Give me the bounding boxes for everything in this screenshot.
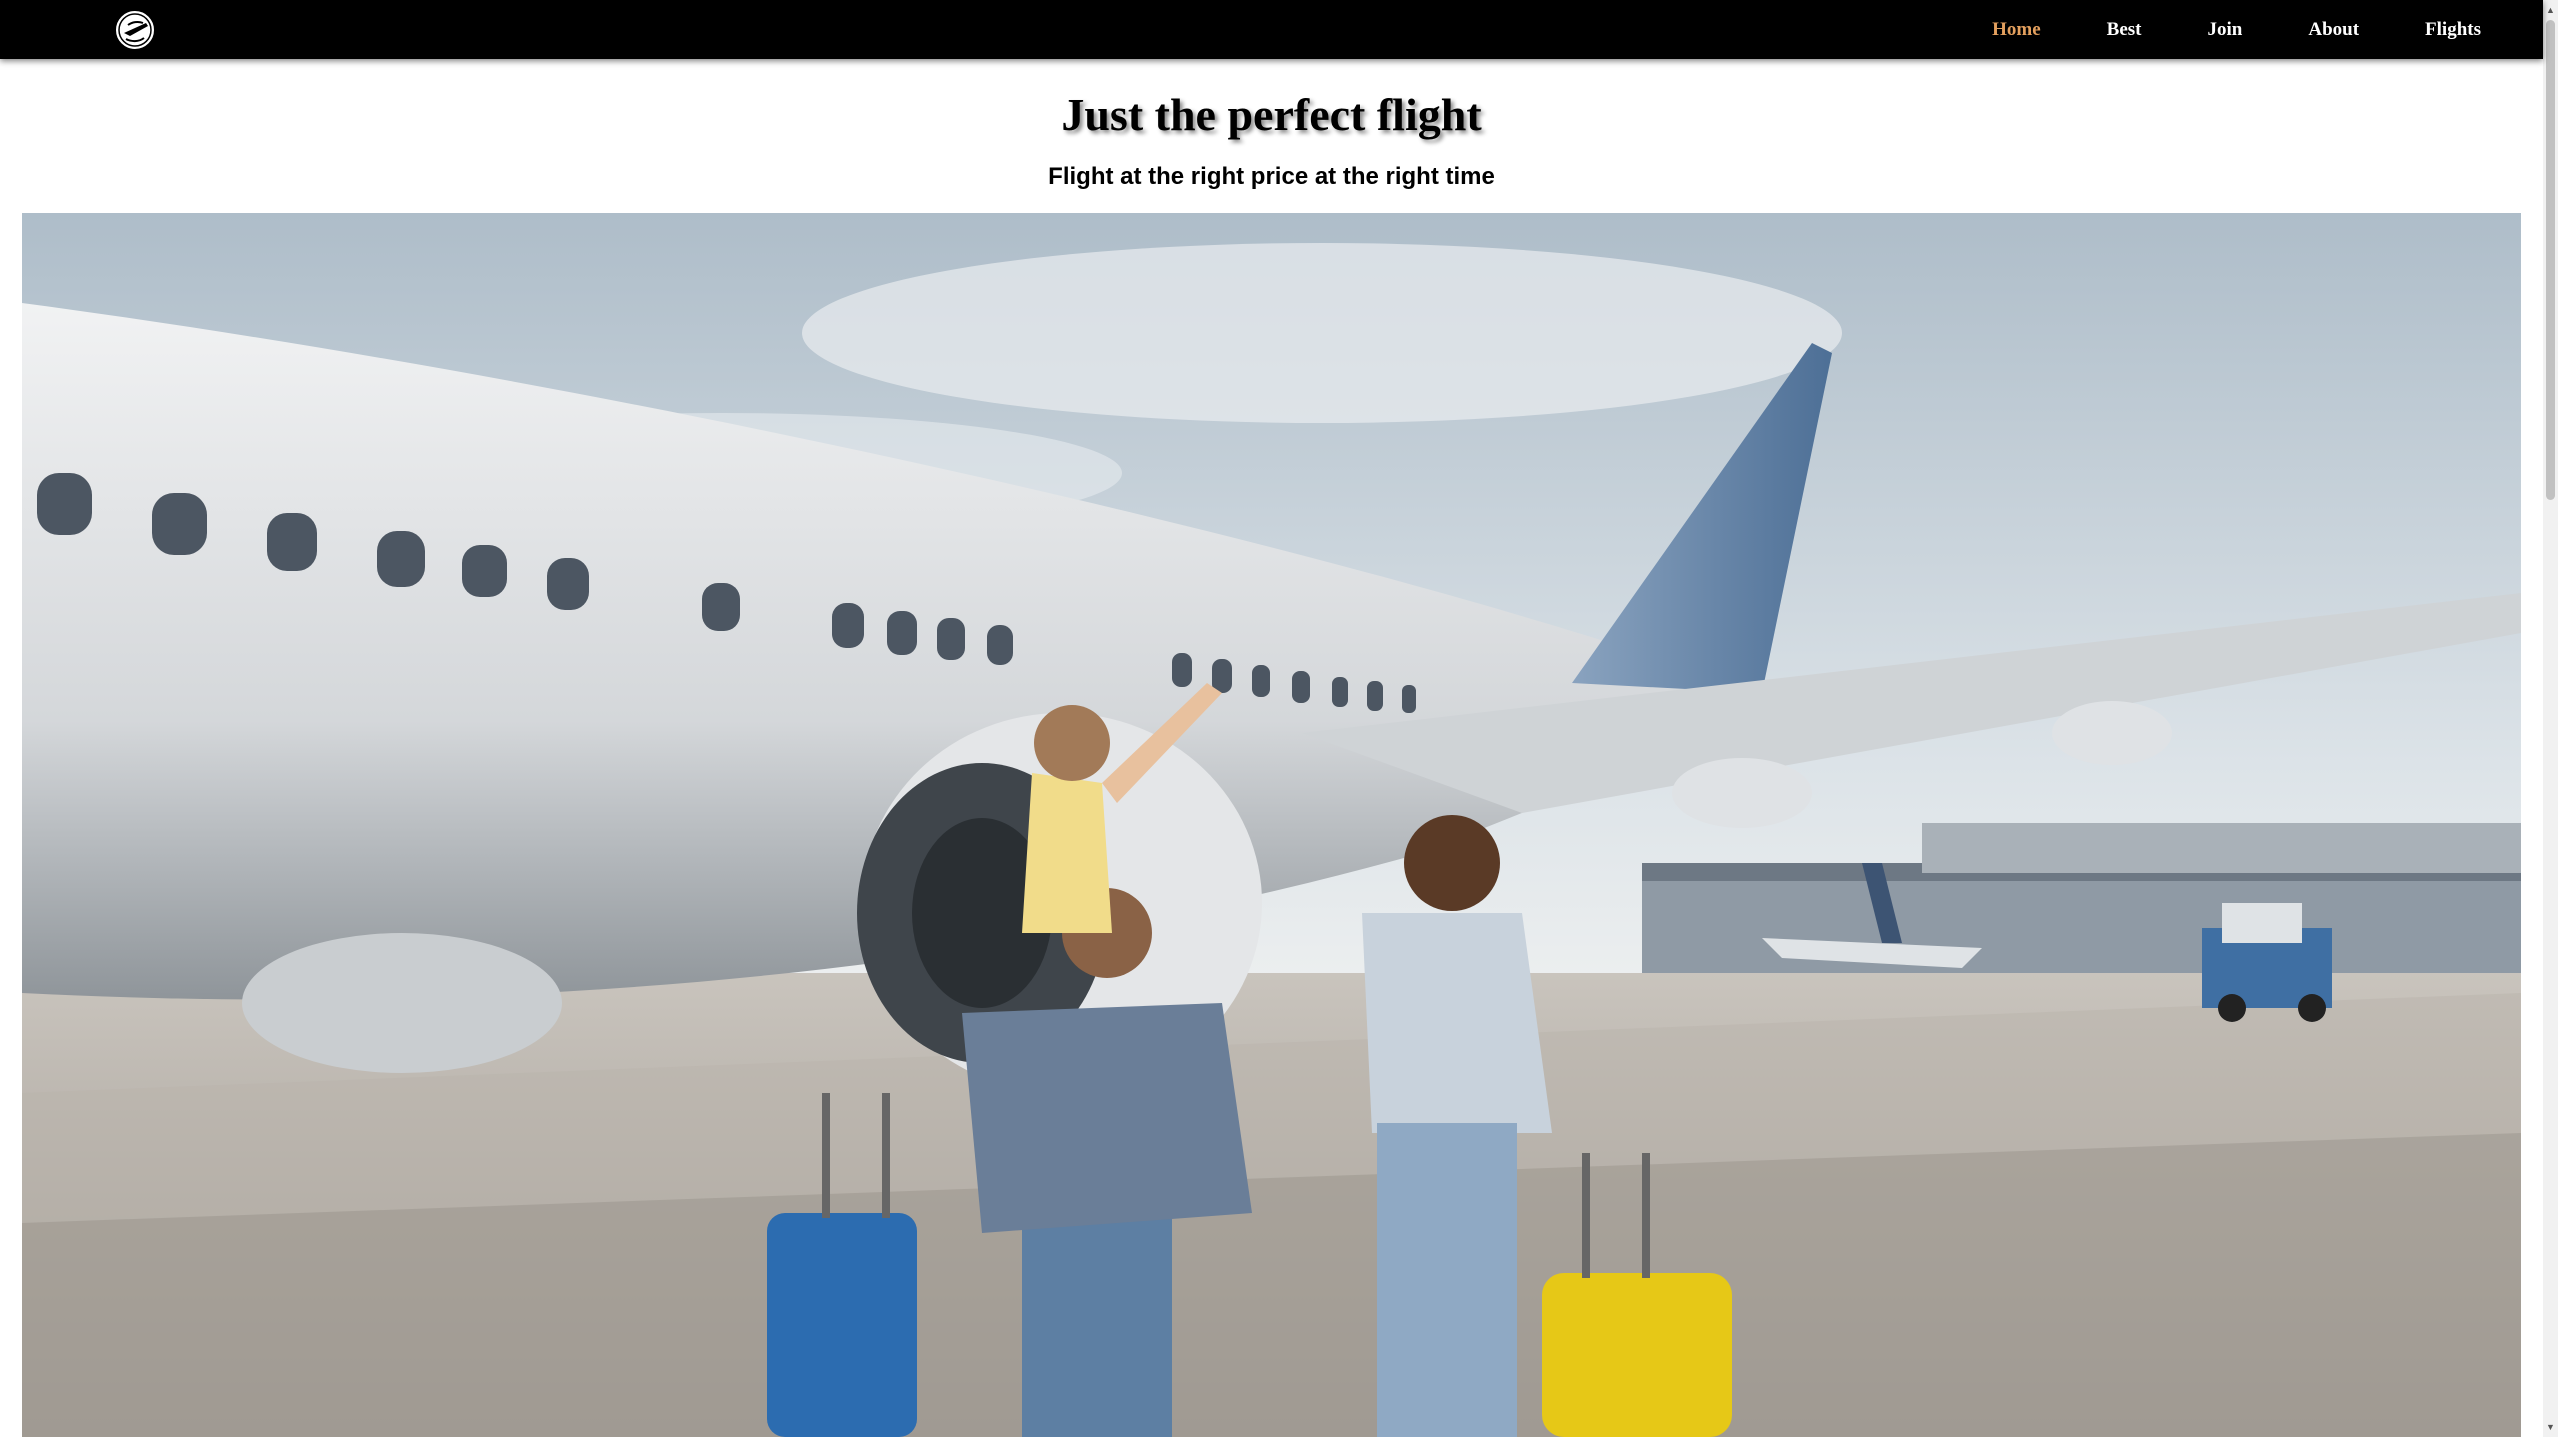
nav-flights-link[interactable]: Flights bbox=[2425, 19, 2481, 41]
vertical-scrollbar[interactable]: ▲ ▼ bbox=[2543, 0, 2558, 1437]
page-subtitle: Flight at the right price at the right t… bbox=[1048, 163, 1495, 190]
page-title: Just the perfect flight bbox=[1061, 89, 1482, 140]
scrollbar-thumb[interactable] bbox=[2546, 20, 2555, 500]
scroll-up-icon[interactable]: ▲ bbox=[2546, 4, 2555, 16]
hero-image bbox=[22, 213, 2521, 1437]
nav-home-link[interactable]: Home bbox=[1992, 19, 2041, 41]
main-nav: Home Best Join About Flights bbox=[1992, 0, 2481, 59]
nav-join-link[interactable]: Join bbox=[2208, 19, 2243, 41]
nav-about-link[interactable]: About bbox=[2308, 19, 2359, 41]
top-navbar: Home Best Join About Flights bbox=[0, 0, 2543, 59]
globe-plane-icon[interactable] bbox=[110, 5, 160, 55]
airport-family-photo bbox=[22, 213, 2521, 1437]
nav-best-link[interactable]: Best bbox=[2107, 19, 2142, 41]
scroll-down-icon[interactable]: ▼ bbox=[2546, 1421, 2555, 1433]
